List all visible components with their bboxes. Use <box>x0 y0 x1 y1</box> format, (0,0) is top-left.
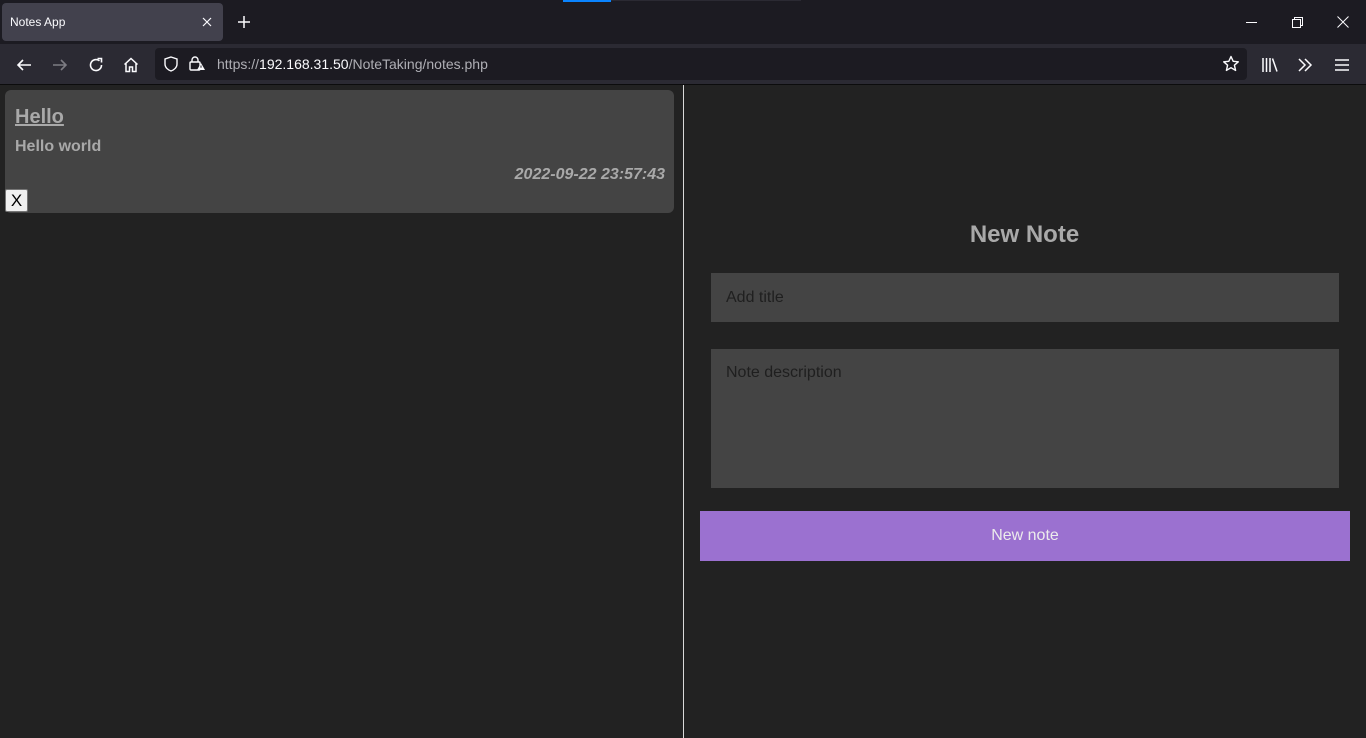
home-icon[interactable] <box>116 50 146 80</box>
reload-icon[interactable] <box>81 50 111 80</box>
browser-navbar: https://192.168.31.50/NoteTaking/notes.p… <box>0 44 1366 85</box>
minimize-icon[interactable] <box>1228 0 1274 44</box>
tab-close-icon[interactable] <box>193 8 221 36</box>
note-card: Hello Hello world 2022-09-22 23:57:43 X <box>5 90 674 213</box>
bookmark-star-icon[interactable] <box>1221 54 1241 74</box>
tab-title: Notes App <box>10 15 66 29</box>
browser-tab-strip: Notes App <box>0 0 1366 44</box>
shield-icon[interactable] <box>162 55 180 73</box>
note-timestamp: 2022-09-22 23:57:43 <box>514 166 665 183</box>
delete-note-button[interactable]: X <box>5 189 28 212</box>
tab-loading-indicator <box>563 0 611 2</box>
url-bar[interactable]: https://192.168.31.50/NoteTaking/notes.p… <box>155 48 1247 80</box>
new-note-button[interactable]: New note <box>700 511 1350 561</box>
note-title-input[interactable] <box>711 273 1339 322</box>
overflow-chevrons-icon[interactable] <box>1290 50 1320 80</box>
note-description-input[interactable] <box>711 349 1339 488</box>
hamburger-menu-icon[interactable] <box>1327 50 1357 80</box>
tab-strip-border <box>611 0 801 1</box>
browser-tab[interactable]: Notes App <box>2 3 223 41</box>
new-note-heading: New Note <box>969 221 1080 248</box>
restore-icon[interactable] <box>1274 0 1320 44</box>
notes-page: Hello Hello world 2022-09-22 23:57:43 X … <box>0 85 1366 738</box>
forward-arrow-icon[interactable] <box>45 50 75 80</box>
pane-divider <box>683 85 684 738</box>
insecure-lock-icon[interactable] <box>188 55 206 73</box>
new-tab-icon[interactable] <box>230 8 258 36</box>
notes-list: Hello Hello world 2022-09-22 23:57:43 X <box>0 85 683 738</box>
library-icon[interactable] <box>1255 50 1285 80</box>
note-description: Hello world <box>15 138 102 155</box>
note-title-link[interactable]: Hello <box>15 106 64 129</box>
window-close-icon[interactable] <box>1320 0 1366 44</box>
back-arrow-icon[interactable] <box>9 50 39 80</box>
url-text: https://192.168.31.50/NoteTaking/notes.p… <box>217 56 488 72</box>
